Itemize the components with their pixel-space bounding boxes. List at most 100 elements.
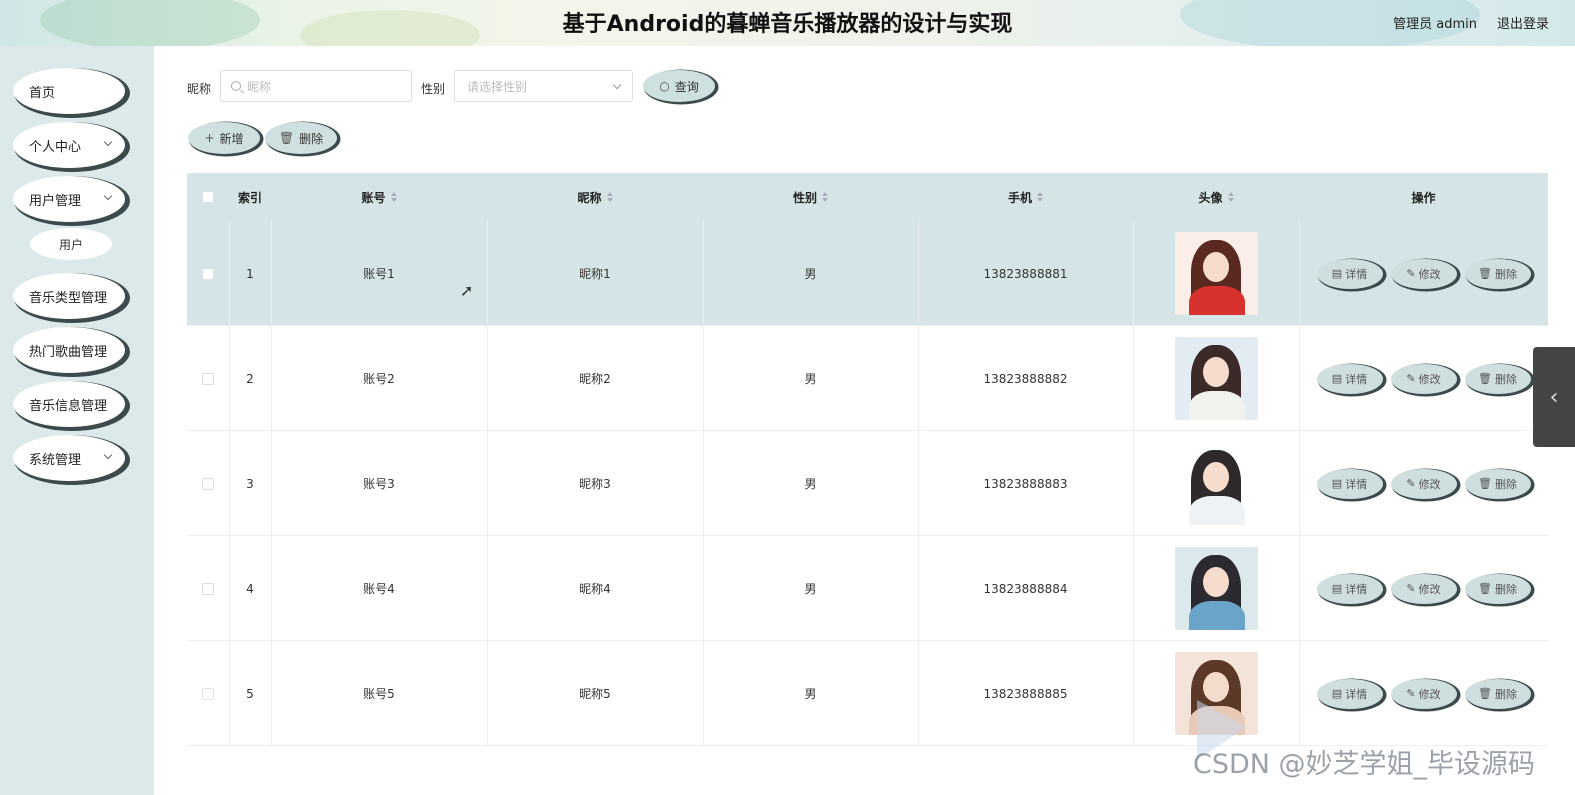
sort-icon[interactable] [606,192,613,202]
row-select-cell [187,641,229,746]
edit-button[interactable]: ✎ 修改 [1390,468,1457,499]
edit-icon: ✎ [1406,582,1416,595]
document-icon: ▤ [1331,267,1343,280]
nickname-search-input[interactable]: 昵称 [220,70,412,102]
row-actions: ▤ 详情 ✎ 修改 🗑 删除 [1299,326,1548,431]
edit-button[interactable]: ✎ 修改 [1390,258,1457,289]
cell-account: 账号1 [271,221,487,326]
edit-button-label: 修改 [1418,582,1441,596]
delete-button-label: 删除 [1494,267,1517,281]
chevron-down-icon [103,137,113,147]
table-row[interactable]: 1 账号1 昵称1 男 13823888881 ▤ 详情 ✎ 修改 🗑 删除 [187,221,1548,326]
logout-link[interactable]: 退出登录 [1497,13,1549,32]
sidebar-item-hot-songs[interactable]: 热门歌曲管理 [13,327,125,373]
app-title: 基于Android的暮蝉音乐播放器的设计与实现 [562,12,1013,37]
chevron-down-icon [612,80,622,90]
column-header-avatar[interactable]: 头像 [1133,173,1299,221]
cell-gender: 男 [703,641,918,746]
sort-icon[interactable] [1227,192,1234,202]
sidebar-item-label: 热门歌曲管理 [29,344,108,360]
detail-button[interactable]: ▤ 详情 [1316,468,1383,499]
cell-phone-text: 13823888885 [983,686,1068,701]
sidebar-item-label: 用户管理 [29,193,82,209]
sidebar-item-personal-center[interactable]: 个人中心 [13,122,125,168]
row-checkbox[interactable] [202,477,214,490]
column-header-label: 索引 [237,190,262,205]
cell-nickname-text: 昵称5 [579,687,611,701]
sidebar-item-music-type[interactable]: 音乐类型管理 [13,273,125,319]
edit-button[interactable]: ✎ 修改 [1390,573,1457,604]
user-table: 索引 账号 昵称 性别 手机 头像 操作 1 账号1 昵称1 男 13823888881… [187,173,1548,795]
nickname-placeholder: 昵称 [247,79,272,94]
search-button[interactable]: ○ 查询 [643,70,715,102]
delete-button-label: 删除 [1494,582,1517,596]
row-checkbox[interactable] [202,582,214,595]
cell-nickname-text: 昵称3 [579,477,611,491]
cell-index: 1 [229,221,271,326]
row-select-cell [187,221,229,326]
table-row[interactable]: 3 账号3 昵称3 男 13823888883 ▤ 详情 ✎ 修改 🗑 删除 [187,431,1548,536]
admin-label[interactable]: 管理员 admin [1393,13,1477,32]
table-row[interactable]: 5 账号5 昵称5 男 13823888885 ▤ 详情 ✎ 修改 🗑 删除 [187,641,1548,746]
row-select-cell [187,431,229,536]
avatar [1174,547,1258,630]
column-header-account[interactable]: 账号 [271,173,487,221]
header-user-area: 管理员 admin 退出登录 [1393,13,1549,32]
delete-button[interactable]: 🗑 删除 [1464,678,1531,709]
sort-icon[interactable] [390,192,397,202]
sidebar-subitem-label: 用户 [58,237,83,252]
cell-gender-text: 男 [804,477,817,491]
column-header-nickname[interactable]: 昵称 [487,173,703,221]
select-all-checkbox[interactable] [202,191,214,203]
edit-icon: ✎ [1406,477,1416,490]
delete-button[interactable]: 🗑 删除 [1464,573,1531,604]
batch-delete-button[interactable]: 🗑 删除 [265,122,337,154]
sidebar-item-home[interactable]: 首页 [13,68,125,114]
watermark-text: CSDN @妙芝学姐_毕设源码 [1193,749,1536,780]
chevron-down-icon [103,191,113,201]
edit-button-label: 修改 [1418,372,1441,386]
sidebar-item-label: 个人中心 [29,139,82,155]
detail-button[interactable]: ▤ 详情 [1316,363,1383,394]
cell-nickname-text: 昵称2 [579,372,611,386]
sidebar-item-system[interactable]: 系统管理 [13,435,125,481]
row-checkbox[interactable] [202,267,214,280]
sort-icon[interactable] [822,192,828,202]
row-checkbox[interactable] [202,687,214,700]
detail-button[interactable]: ▤ 详情 [1316,678,1383,709]
cell-account-text: 账号1 [363,267,395,281]
cell-gender-text: 男 [804,372,817,386]
document-icon: ▤ [1331,477,1343,490]
collapse-panel-handle[interactable]: ‹ [1533,347,1575,447]
table-row[interactable]: 4 账号4 昵称4 男 13823888884 ▤ 详情 ✎ 修改 🗑 删除 [187,536,1548,641]
edit-icon: ✎ [1406,687,1416,700]
cell-gender: 男 [703,536,918,641]
delete-button[interactable]: 🗑 删除 [1464,468,1531,499]
edit-button[interactable]: ✎ 修改 [1390,678,1457,709]
trash-icon: 🗑 [1478,477,1492,490]
cell-phone-text: 13823888881 [983,266,1068,281]
delete-button[interactable]: 🗑 删除 [1464,363,1531,394]
sidebar-subitem-users[interactable]: 用户 [30,228,112,260]
edit-button[interactable]: ✎ 修改 [1390,363,1457,394]
detail-button[interactable]: ▤ 详情 [1316,573,1383,604]
chevron-left-icon: ‹ [1549,384,1559,410]
sort-icon[interactable] [1037,192,1043,202]
avatar [1174,232,1258,315]
column-header-gender[interactable]: 性别 [703,173,918,221]
cell-nickname-text: 昵称4 [579,582,611,596]
detail-button[interactable]: ▤ 详情 [1316,258,1383,289]
row-checkbox[interactable] [202,372,214,385]
gender-select[interactable]: 请选择性别 [454,70,633,102]
add-button-label: 新增 [219,131,244,146]
row-actions: ▤ 详情 ✎ 修改 🗑 删除 [1299,641,1548,746]
sidebar: 首页 个人中心 用户管理 用户 音乐类型管理 热门歌曲管理 音乐信息管理 系统管… [0,46,154,795]
sidebar-item-music-info[interactable]: 音乐信息管理 [13,381,125,427]
sidebar-item-user-management[interactable]: 用户管理 [13,176,125,222]
table-row[interactable]: 2 账号2 昵称2 男 13823888882 ▤ 详情 ✎ 修改 🗑 删除 [187,326,1548,431]
add-button[interactable]: + 新增 [188,122,260,154]
column-header-phone[interactable]: 手机 [918,173,1133,221]
delete-button[interactable]: 🗑 删除 [1464,258,1531,289]
sidebar-item-label: 音乐信息管理 [29,398,108,414]
detail-button-label: 详情 [1345,582,1368,596]
